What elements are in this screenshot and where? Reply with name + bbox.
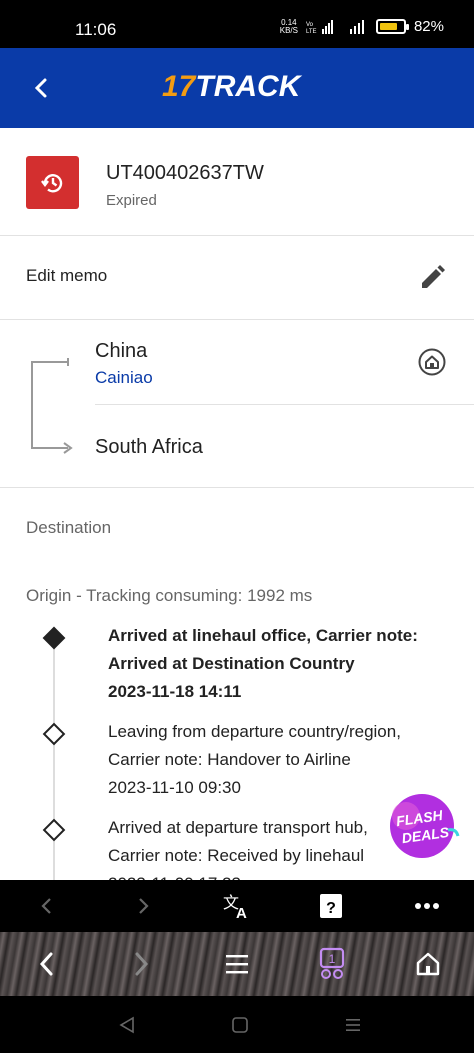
destination-country: South Africa bbox=[95, 436, 203, 458]
system-back-icon[interactable] bbox=[118, 1016, 136, 1034]
route-card: China Cainiao South Africa bbox=[0, 320, 474, 488]
menu-icon[interactable] bbox=[224, 950, 250, 978]
pencil-icon[interactable] bbox=[418, 264, 446, 292]
status-bar: 11:06 0.14 KB/S Vo LTE 82% bbox=[0, 0, 474, 48]
timeline-event: Arrived at linehaul office, Carrier note… bbox=[108, 622, 448, 706]
event-description: Leaving from departure country/region, bbox=[108, 722, 401, 741]
origin-country: China bbox=[95, 340, 148, 362]
route-line-icon bbox=[31, 358, 73, 454]
package-summary: UT400402637TW Expired bbox=[0, 128, 474, 236]
svg-text:LTE: LTE bbox=[306, 29, 317, 35]
event-description: Arrived at linehaul office, Carrier note… bbox=[108, 626, 418, 645]
svg-text:Vo: Vo bbox=[306, 22, 314, 28]
battery-icon bbox=[375, 19, 409, 34]
carrier-link[interactable]: Cainiao bbox=[95, 368, 153, 388]
browser-nav-bar: 1 bbox=[0, 932, 474, 996]
history-icon bbox=[41, 174, 63, 193]
route-divider bbox=[95, 404, 474, 405]
more-options-icon[interactable] bbox=[414, 902, 440, 910]
svg-text:?: ? bbox=[326, 900, 336, 917]
logo-word: TRACK bbox=[195, 70, 301, 103]
browser-forward-icon[interactable] bbox=[130, 950, 152, 978]
system-home-icon[interactable] bbox=[231, 1016, 249, 1034]
timeline-dot-current bbox=[42, 626, 66, 650]
browser-toolbar: 文 A ? bbox=[0, 880, 474, 932]
browser-home-icon[interactable] bbox=[414, 950, 442, 978]
net-speed: 0.14 KB/S bbox=[279, 18, 298, 35]
package-status: Expired bbox=[106, 192, 157, 209]
net-speed-unit: KB/S bbox=[279, 25, 298, 35]
timeline-dot bbox=[42, 818, 66, 842]
destination-section-label: Destination bbox=[26, 518, 112, 537]
clock: 11:06 bbox=[75, 20, 117, 39]
signal-icon: Vo LTE bbox=[306, 19, 333, 35]
tab-count: 1 bbox=[329, 952, 336, 966]
event-note: Carrier note: Handover to Airline bbox=[108, 750, 351, 769]
logo-number: 17 bbox=[162, 70, 196, 103]
app-logo: 17TRACK bbox=[162, 70, 300, 104]
help-card-icon[interactable]: ? bbox=[318, 892, 344, 920]
browser-back-icon[interactable] bbox=[36, 950, 58, 978]
signal-icon-2 bbox=[349, 19, 364, 34]
tracking-number: UT400402637TW bbox=[106, 162, 264, 184]
origin-section-label: Origin - Tracking consuming: 1992 ms bbox=[26, 586, 313, 605]
event-time: 2023-11-18 14:11 bbox=[108, 682, 242, 701]
expired-status-badge bbox=[26, 156, 79, 209]
event-note: Arrived at Destination Country bbox=[108, 654, 355, 673]
battery-percent: 82% bbox=[413, 18, 444, 35]
flash-deals-badge[interactable]: FLASH DEALS bbox=[380, 790, 460, 862]
system-recents-icon[interactable] bbox=[344, 1016, 362, 1034]
carrier-home-icon[interactable] bbox=[417, 347, 447, 377]
timeline-dot bbox=[42, 722, 66, 746]
edit-memo-label: Edit memo bbox=[26, 266, 108, 285]
tabs-icon[interactable]: 1 bbox=[316, 946, 348, 980]
page-back-icon[interactable] bbox=[38, 896, 56, 916]
timeline-line bbox=[53, 638, 55, 880]
edit-memo-row[interactable]: Edit memo bbox=[0, 236, 474, 320]
back-arrow-icon[interactable] bbox=[28, 74, 56, 102]
system-navigation-bar bbox=[0, 996, 474, 1053]
svg-text:A: A bbox=[236, 905, 247, 920]
page-forward-icon[interactable] bbox=[134, 896, 152, 916]
app-bar: 17TRACK bbox=[0, 48, 474, 128]
event-time: 2023-11-09 17:23 bbox=[108, 870, 448, 880]
translate-icon[interactable]: 文 A bbox=[222, 892, 252, 920]
